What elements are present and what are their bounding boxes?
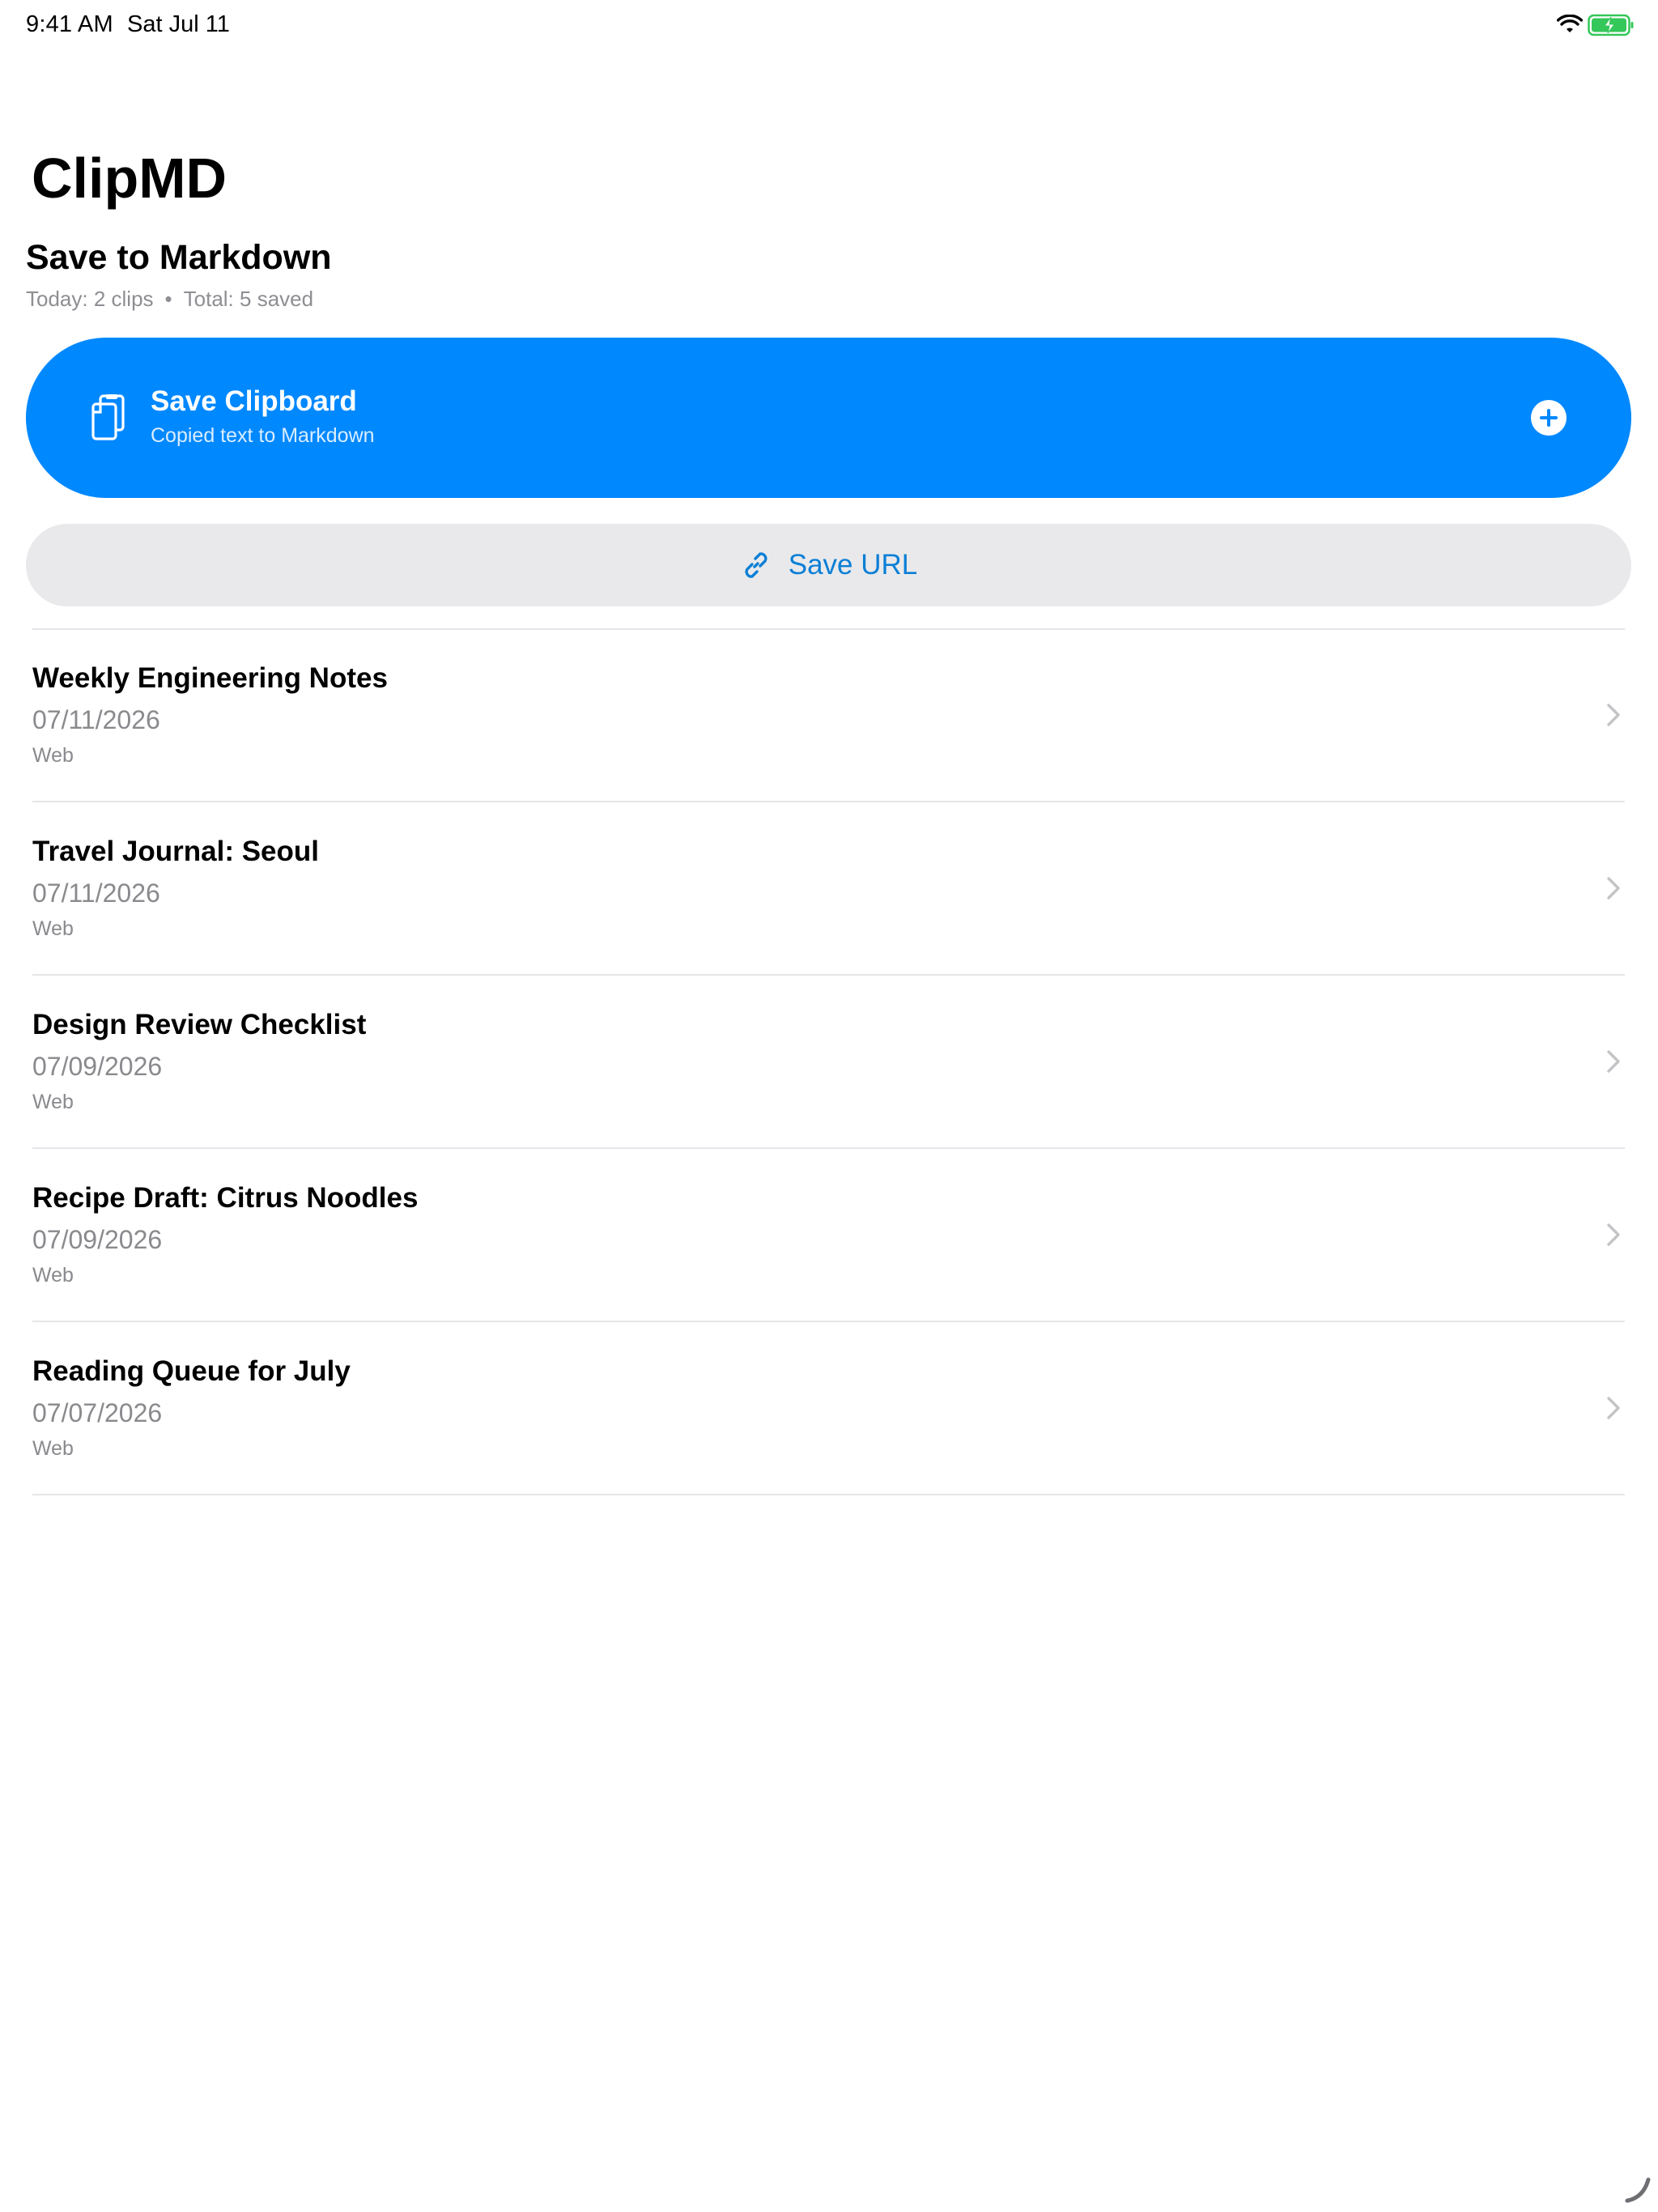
link-icon	[745, 552, 767, 578]
save-clipboard-subtitle: Copied text to Markdown	[151, 424, 375, 447]
chevron-right-icon	[1607, 1397, 1620, 1419]
clip-source: Web	[32, 744, 74, 767]
clip-row[interactable]: Design Review Checklist 07/09/2026 Web	[0, 976, 1658, 1149]
clip-row[interactable]: Recipe Draft: Citrus Noodles 07/09/2026 …	[0, 1149, 1658, 1322]
status-date: Sat Jul 11	[127, 11, 230, 37]
clip-title: Travel Journal: Seoul	[32, 836, 319, 867]
save-url-content: Save URL	[26, 524, 1631, 606]
clip-row[interactable]: Weekly Engineering Notes 07/11/2026 Web	[0, 629, 1658, 802]
row-divider	[32, 1494, 1625, 1495]
stat-separator: •	[164, 287, 172, 311]
clip-source: Web	[32, 917, 74, 940]
clip-title: Weekly Engineering Notes	[32, 662, 388, 694]
clip-title: Recipe Draft: Citrus Noodles	[32, 1182, 419, 1214]
clipboard-icon	[91, 394, 125, 440]
total-stat: Total: 5 saved	[183, 287, 314, 311]
clip-title: Design Review Checklist	[32, 1009, 367, 1040]
section-title: Save to Markdown	[26, 238, 332, 277]
clip-date: 07/09/2026	[32, 1225, 163, 1254]
chevron-right-icon	[1607, 1223, 1620, 1246]
app-title: ClipMD	[32, 147, 227, 210]
chevron-right-icon	[1607, 704, 1620, 726]
plus-circle-icon[interactable]	[1530, 399, 1567, 436]
save-clipboard-title: Save Clipboard	[151, 385, 357, 417]
wifi-icon	[1557, 15, 1583, 32]
clip-date: 07/11/2026	[32, 705, 160, 734]
clip-title: Reading Queue for July	[32, 1355, 351, 1387]
clip-row[interactable]: Travel Journal: Seoul 07/11/2026 Web	[0, 802, 1658, 976]
clip-source: Web	[32, 1264, 74, 1287]
save-url-button[interactable]: Save URL	[26, 524, 1631, 606]
save-clipboard-button[interactable]: Save Clipboard Copied text to Markdown	[26, 338, 1631, 498]
save-url-label: Save URL	[788, 549, 918, 581]
chevron-right-icon	[1607, 1050, 1620, 1073]
corner-indicator-icon	[1625, 2177, 1651, 2203]
chevron-right-icon	[1607, 877, 1620, 900]
clip-source: Web	[32, 1091, 74, 1113]
clip-date: 07/11/2026	[32, 878, 160, 908]
status-bar: 9:41 AM Sat Jul 11	[0, 0, 1658, 52]
clip-date: 07/09/2026	[32, 1052, 163, 1081]
status-time: 9:41 AM	[26, 11, 113, 37]
clip-row[interactable]: Reading Queue for July 07/07/2026 Web	[0, 1322, 1658, 1495]
clip-source: Web	[32, 1437, 74, 1460]
today-stat: Today: 2 clips	[26, 287, 154, 311]
clip-stats: Today: 2 clips • Total: 5 saved	[26, 286, 313, 312]
battery-charging-icon	[1588, 14, 1634, 36]
clip-date: 07/07/2026	[32, 1398, 163, 1427]
